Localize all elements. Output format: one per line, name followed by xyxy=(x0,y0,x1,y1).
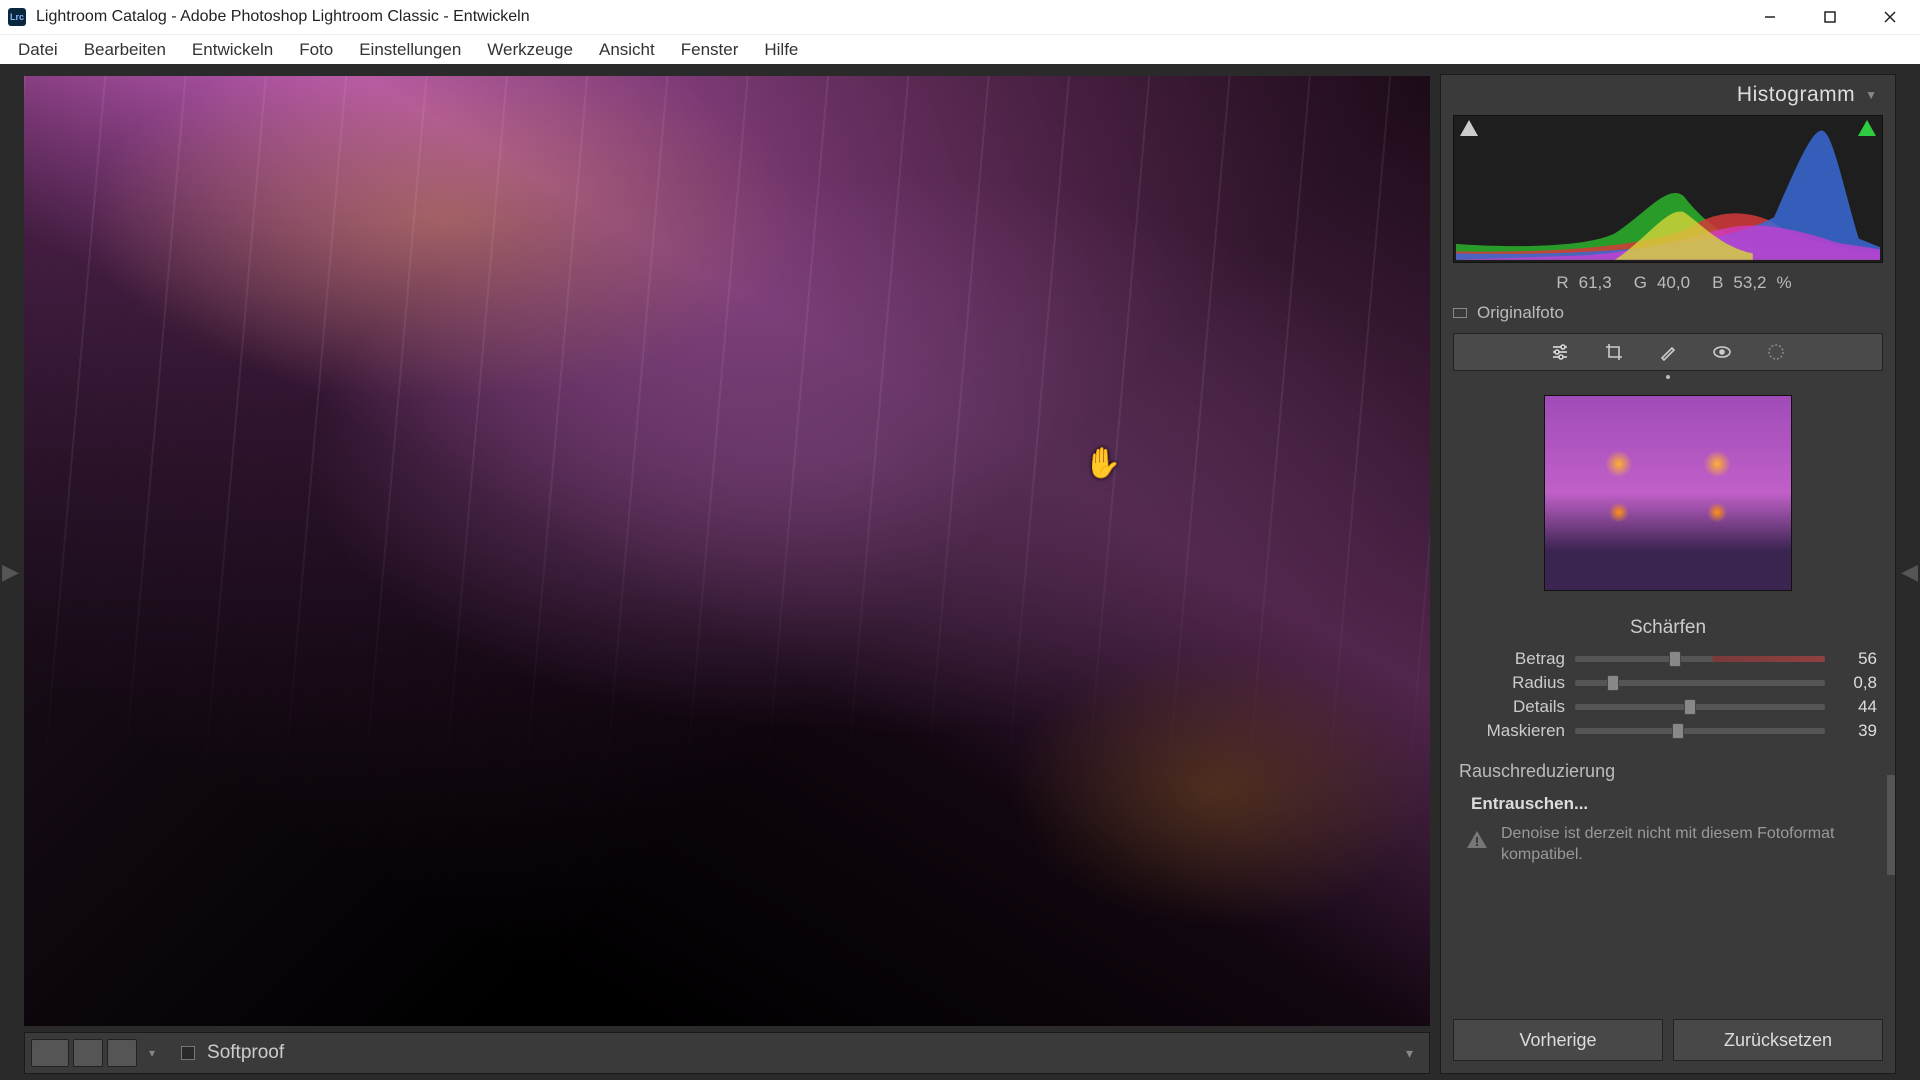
sharpen-title: Schärfen xyxy=(1441,617,1895,639)
histogram-graph xyxy=(1456,122,1880,260)
radius-label: Radius xyxy=(1459,673,1565,693)
window-title: Lightroom Catalog - Adobe Photoshop Ligh… xyxy=(36,8,1740,26)
slider-details: Details 44 xyxy=(1441,695,1895,719)
histogram[interactable] xyxy=(1453,115,1883,263)
amount-label: Betrag xyxy=(1459,649,1565,669)
chevron-left-icon: ◀ xyxy=(1901,559,1918,585)
toolstrip-page-dots xyxy=(1441,375,1895,379)
amount-knob[interactable] xyxy=(1669,651,1681,667)
toolbar-more-caret[interactable]: ▾ xyxy=(1396,1045,1423,1062)
menu-bar: Datei Bearbeiten Entwickeln Foto Einstel… xyxy=(0,34,1920,64)
detail-thumbnail[interactable] xyxy=(1544,395,1792,591)
rgb-readout: R61,3 G40,0 B53,2 % xyxy=(1441,267,1895,303)
menu-datei[interactable]: Datei xyxy=(6,36,70,64)
details-track[interactable] xyxy=(1575,704,1825,710)
view-toolbar: ▾ Softproof ▾ xyxy=(24,1032,1430,1074)
local-adjust-toolstrip xyxy=(1453,333,1883,371)
detail-preview-box xyxy=(1453,393,1883,593)
menu-einstellungen[interactable]: Einstellungen xyxy=(347,36,473,64)
chevron-right-icon: ▶ xyxy=(2,559,19,585)
panel-scrollbar[interactable] xyxy=(1887,775,1895,875)
original-photo-label: Originalfoto xyxy=(1477,303,1564,323)
chevron-down-icon: ▼ xyxy=(1865,88,1877,102)
workspace: ▼ ▶ ◀ ✋ ▾ Softproof ▾ Histogramm ▼ xyxy=(0,64,1920,1080)
slider-radius: Radius 0,8 xyxy=(1441,671,1895,695)
develop-right-panel: Histogramm ▼ R61,3 G40,0 B53,2 % Origina… xyxy=(1440,74,1896,1074)
title-bar: Lrc Lightroom Catalog - Adobe Photoshop … xyxy=(0,0,1920,34)
mask-label: Maskieren xyxy=(1459,721,1565,741)
details-label: Details xyxy=(1459,697,1565,717)
menu-werkzeuge[interactable]: Werkzeuge xyxy=(475,36,585,64)
warning-icon xyxy=(1465,828,1489,852)
menu-fenster[interactable]: Fenster xyxy=(669,36,751,64)
app-icon: Lrc xyxy=(8,8,26,26)
noise-title: Rauschreduzierung xyxy=(1441,743,1895,782)
reset-button[interactable]: Zurücksetzen xyxy=(1673,1019,1883,1061)
square-icon xyxy=(1453,308,1467,318)
minimize-button[interactable] xyxy=(1740,0,1800,34)
redeye-icon[interactable] xyxy=(1712,342,1732,362)
slider-amount: Betrag 56 xyxy=(1441,647,1895,671)
panel-footer-buttons: Vorherige Zurücksetzen xyxy=(1441,1007,1895,1073)
before-after-tb-button[interactable] xyxy=(107,1039,137,1067)
softproof-label: Softproof xyxy=(207,1042,284,1064)
amount-value[interactable]: 56 xyxy=(1835,649,1877,669)
photo-preview[interactable] xyxy=(24,76,1430,1026)
mask-icon[interactable] xyxy=(1766,342,1786,362)
mask-track[interactable] xyxy=(1575,728,1825,734)
softproof-checkbox[interactable] xyxy=(181,1046,195,1060)
histogram-header[interactable]: Histogramm ▼ xyxy=(1441,75,1895,115)
denoise-button[interactable]: Entrauschen... xyxy=(1471,794,1877,814)
histogram-title: Histogramm xyxy=(1737,83,1855,107)
view-options-caret[interactable]: ▾ xyxy=(149,1046,155,1060)
heal-brush-icon[interactable] xyxy=(1658,342,1678,362)
before-after-lr-button[interactable] xyxy=(73,1039,103,1067)
left-panel-collapsed[interactable]: ▶ xyxy=(0,64,24,1080)
close-button[interactable] xyxy=(1860,0,1920,34)
menu-foto[interactable]: Foto xyxy=(287,36,345,64)
right-edge[interactable]: ◀ xyxy=(1896,64,1920,1080)
denoise-warning-text: Denoise ist derzeit nicht mit diesem Fot… xyxy=(1501,824,1877,866)
previous-button[interactable]: Vorherige xyxy=(1453,1019,1663,1061)
radius-knob[interactable] xyxy=(1607,675,1619,691)
menu-entwickeln[interactable]: Entwickeln xyxy=(180,36,285,64)
menu-bearbeiten[interactable]: Bearbeiten xyxy=(72,36,178,64)
crop-icon[interactable] xyxy=(1604,342,1624,362)
edit-sliders-icon[interactable] xyxy=(1550,342,1570,362)
maximize-button[interactable] xyxy=(1800,0,1860,34)
loupe-view-button[interactable] xyxy=(31,1039,69,1067)
amount-track[interactable] xyxy=(1575,656,1825,662)
mask-value[interactable]: 39 xyxy=(1835,721,1877,741)
radius-track[interactable] xyxy=(1575,680,1825,686)
denoise-warning: Denoise ist derzeit nicht mit diesem Fot… xyxy=(1441,820,1895,876)
details-value[interactable]: 44 xyxy=(1835,697,1877,717)
radius-value[interactable]: 0,8 xyxy=(1835,673,1877,693)
slider-mask: Maskieren 39 xyxy=(1441,719,1895,743)
mask-knob[interactable] xyxy=(1672,723,1684,739)
original-photo-toggle[interactable]: Originalfoto xyxy=(1453,303,1883,323)
image-canvas[interactable]: ✋ xyxy=(24,76,1430,1026)
menu-ansicht[interactable]: Ansicht xyxy=(587,36,667,64)
menu-hilfe[interactable]: Hilfe xyxy=(752,36,810,64)
details-knob[interactable] xyxy=(1684,699,1696,715)
